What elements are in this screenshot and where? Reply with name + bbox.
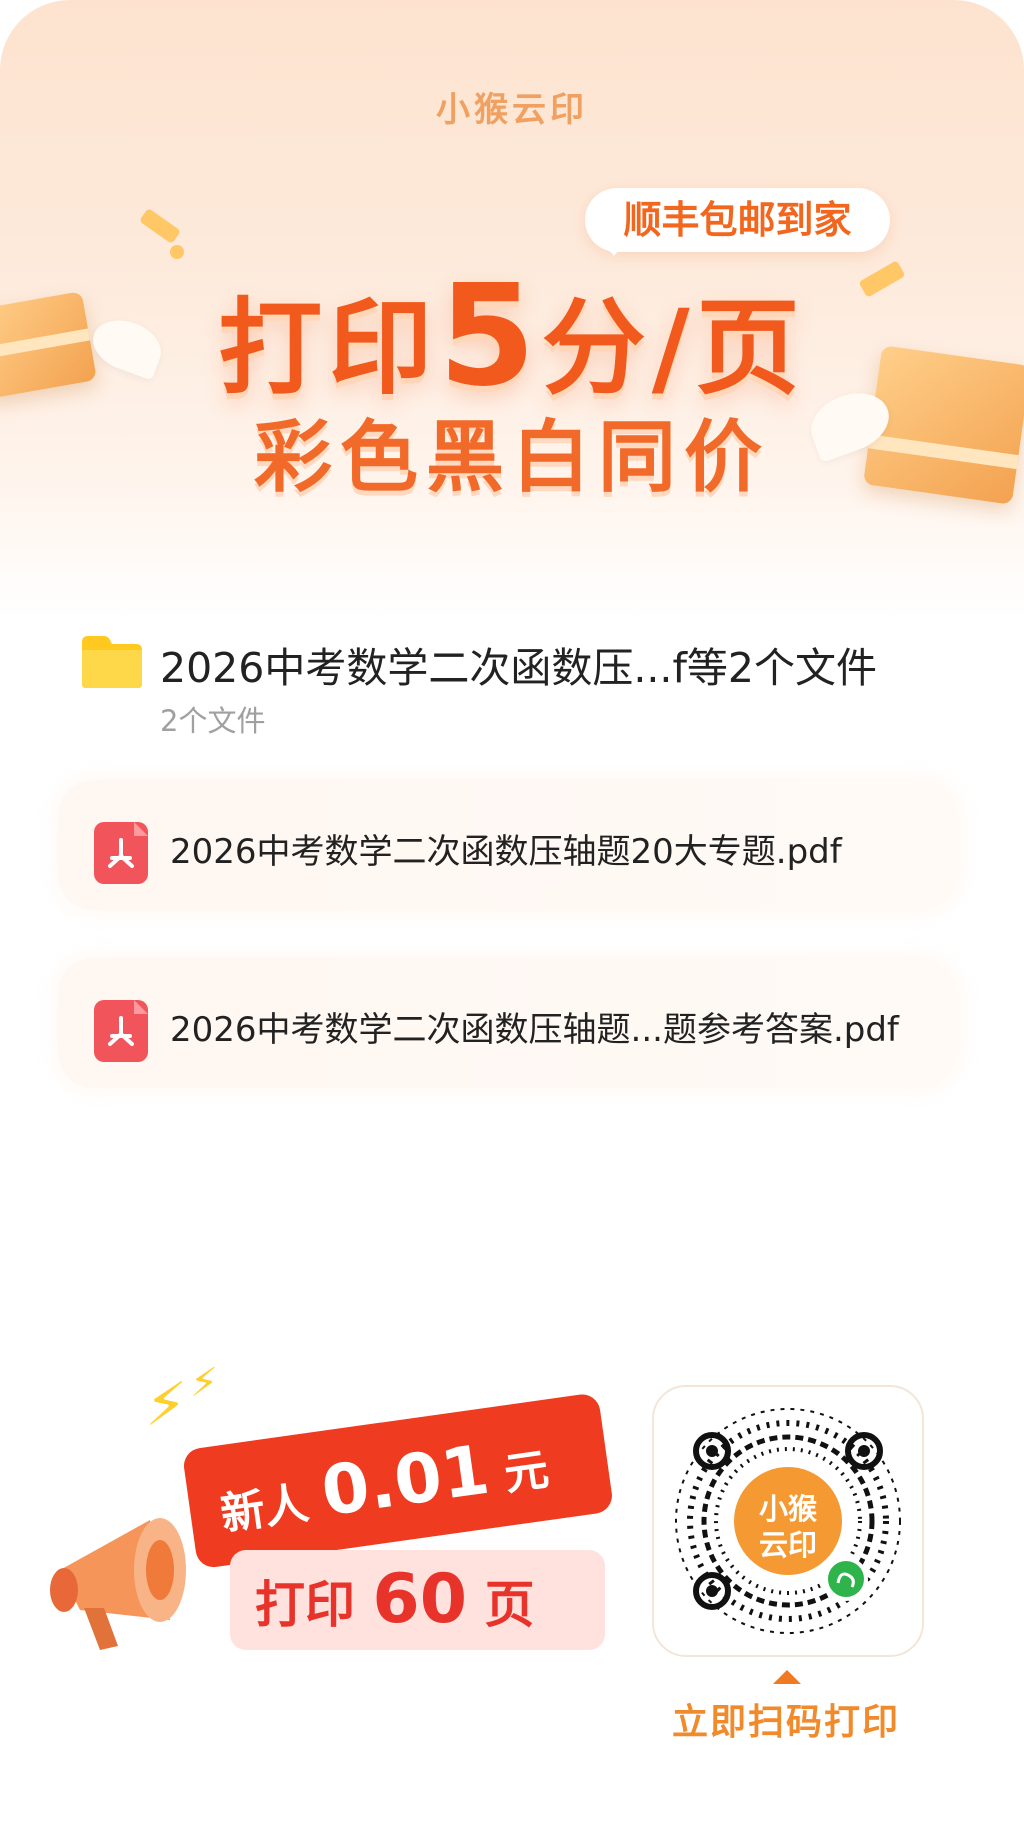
folder-row[interactable]: 2026中考数学二次函数压...f等2个文件 2个文件 xyxy=(80,628,980,738)
promo-line2-prefix: 打印 xyxy=(255,1576,355,1634)
folder-file-count: 2个文件 xyxy=(160,704,266,738)
scan-arrow-icon xyxy=(773,1670,801,1684)
promo-line2: 打印 60 页 xyxy=(255,1560,534,1639)
new-user-promo[interactable]: ⚡ ⚡ 新人 0.01 元 打印 60 页 xyxy=(40,1360,615,1700)
promo-line2-amount: 60 xyxy=(372,1560,468,1639)
pdf-icon xyxy=(94,1000,148,1062)
brand-logo: 小猴云印 xyxy=(436,90,588,130)
shipping-badge: 顺丰包邮到家 xyxy=(585,188,890,252)
folder-icon xyxy=(80,634,144,690)
headline-prefix: 打印 xyxy=(218,287,439,409)
badge-tail xyxy=(600,240,628,256)
promo-line1-prefix: 新人 xyxy=(217,1477,312,1541)
file-item[interactable]: 2026中考数学二次函数压轴题20大专题.pdf xyxy=(58,780,958,910)
shipping-badge-label: 顺丰包邮到家 xyxy=(623,198,852,242)
qr-center-label: 小猴云印 xyxy=(758,1492,817,1562)
price-subheadline: 彩色黑白同价 xyxy=(253,413,770,503)
promo-line1-unit: 元 xyxy=(501,1444,552,1501)
pdf-icon xyxy=(94,822,148,884)
headline-suffix: 分/页 xyxy=(541,287,806,409)
promo-line2-unit: 页 xyxy=(484,1576,535,1634)
megaphone-icon xyxy=(40,1500,210,1664)
file-name: 2026中考数学二次函数压轴题...题参考答案.pdf xyxy=(170,1010,899,1050)
share-card: 小猴云印 顺丰包邮到家 打印5分/页 彩色黑白同价 2026中考数学二次函数压.… xyxy=(0,0,1024,1828)
scan-to-print-label[interactable]: 立即扫码打印 xyxy=(652,1693,920,1745)
price-headline: 打印5分/页 xyxy=(0,255,1024,418)
lightning-icon: ⚡ xyxy=(190,1360,219,1406)
file-name: 2026中考数学二次函数压轴题20大专题.pdf xyxy=(170,832,842,872)
headline-number: 5 xyxy=(438,255,542,418)
confetti-decoration xyxy=(139,207,181,245)
file-item[interactable]: 2026中考数学二次函数压轴题...题参考答案.pdf xyxy=(58,958,958,1088)
qr-code-card[interactable]: 小猴云印 xyxy=(652,1385,924,1657)
lightning-icon: ⚡ xyxy=(145,1370,188,1440)
folder-title: 2026中考数学二次函数压...f等2个文件 xyxy=(160,644,877,692)
